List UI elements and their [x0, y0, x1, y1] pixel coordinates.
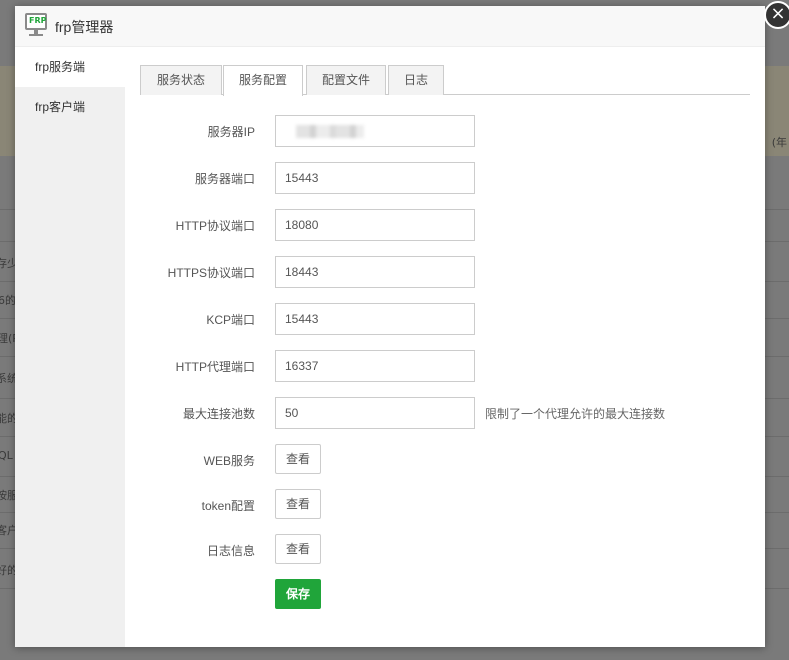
sidebar-item-frp-server[interactable]: frp服务端 — [15, 47, 125, 87]
https-port-input[interactable] — [275, 256, 475, 288]
background-text: QL — [0, 449, 13, 462]
save-button[interactable]: 保存 — [275, 579, 321, 609]
form-row-http-port: HTTP协议端口 — [140, 209, 750, 241]
form-row-log-info: 日志信息 查看 — [140, 534, 750, 566]
log-info-label: 日志信息 — [206, 544, 255, 558]
dialog-header: FRP frp管理器 — [15, 6, 765, 47]
server-port-input[interactable] — [275, 162, 475, 194]
http-port-input[interactable] — [275, 209, 475, 241]
form-row-kcp-port: KCP端口 — [140, 303, 750, 335]
server-ip-label: 服务器IP — [207, 125, 255, 139]
dialog-title: frp管理器 — [55, 19, 114, 35]
sidebar: frp服务端 frp客户端 — [15, 47, 125, 647]
close-button[interactable]: × — [764, 1, 789, 29]
server-port-label: 服务器端口 — [194, 172, 255, 186]
main-panel: 服务状态 服务配置 配置文件 日志 服务器IP 服务器端口 HTTP协议端口 H… — [140, 47, 750, 647]
log-info-view-button[interactable]: 查看 — [275, 534, 321, 564]
tab-log[interactable]: 日志 — [388, 65, 444, 95]
frp-manager-dialog: FRP frp管理器 × frp服务端 frp客户端 服务状态 服务配置 配置文… — [15, 1, 789, 647]
tab-bar: 服务状态 服务配置 配置文件 日志 — [140, 65, 750, 96]
frp-monitor-icon: FRP — [25, 13, 47, 39]
form-row-http-proxy-port: HTTP代理端口 — [140, 350, 750, 382]
http-port-label: HTTP协议端口 — [175, 219, 255, 233]
token-config-view-button[interactable]: 查看 — [275, 489, 321, 519]
kcp-port-label: KCP端口 — [206, 313, 255, 327]
form-row-web-service: WEB服务 查看 — [140, 444, 750, 476]
kcp-port-input[interactable] — [275, 303, 475, 335]
background-text: (年 — [771, 136, 787, 149]
form-row-save: 保存 — [140, 579, 750, 611]
token-config-label: token配置 — [201, 499, 255, 513]
max-pool-input[interactable] — [275, 397, 475, 429]
https-port-label: HTTPS协议端口 — [167, 266, 255, 280]
form-row-server-port: 服务器端口 — [140, 162, 750, 194]
tab-service-config[interactable]: 服务配置 — [223, 65, 303, 96]
sidebar-item-frp-client[interactable]: frp客户端 — [15, 87, 125, 127]
close-icon: × — [770, 3, 786, 24]
tab-config-file[interactable]: 配置文件 — [306, 65, 386, 95]
form-row-https-port: HTTPS协议端口 — [140, 256, 750, 288]
max-pool-label: 最大连接池数 — [182, 407, 255, 421]
form-row-server-ip: 服务器IP — [140, 115, 750, 147]
form-row-token-config: token配置 查看 — [140, 489, 750, 521]
form-row-max-pool: 最大连接池数 限制了一个代理允许的最大连接数 — [140, 397, 750, 429]
tab-service-status[interactable]: 服务状态 — [140, 65, 222, 95]
http-proxy-port-label: HTTP代理端口 — [175, 360, 255, 374]
redacted-ip-blur — [296, 125, 364, 138]
http-proxy-port-input[interactable] — [275, 350, 475, 382]
server-ip-input[interactable] — [275, 115, 475, 147]
web-service-view-button[interactable]: 查看 — [275, 444, 321, 474]
background-text: 6的 — [0, 294, 16, 307]
web-service-label: WEB服务 — [203, 454, 255, 468]
max-pool-hint: 限制了一个代理允许的最大连接数 — [485, 407, 666, 421]
